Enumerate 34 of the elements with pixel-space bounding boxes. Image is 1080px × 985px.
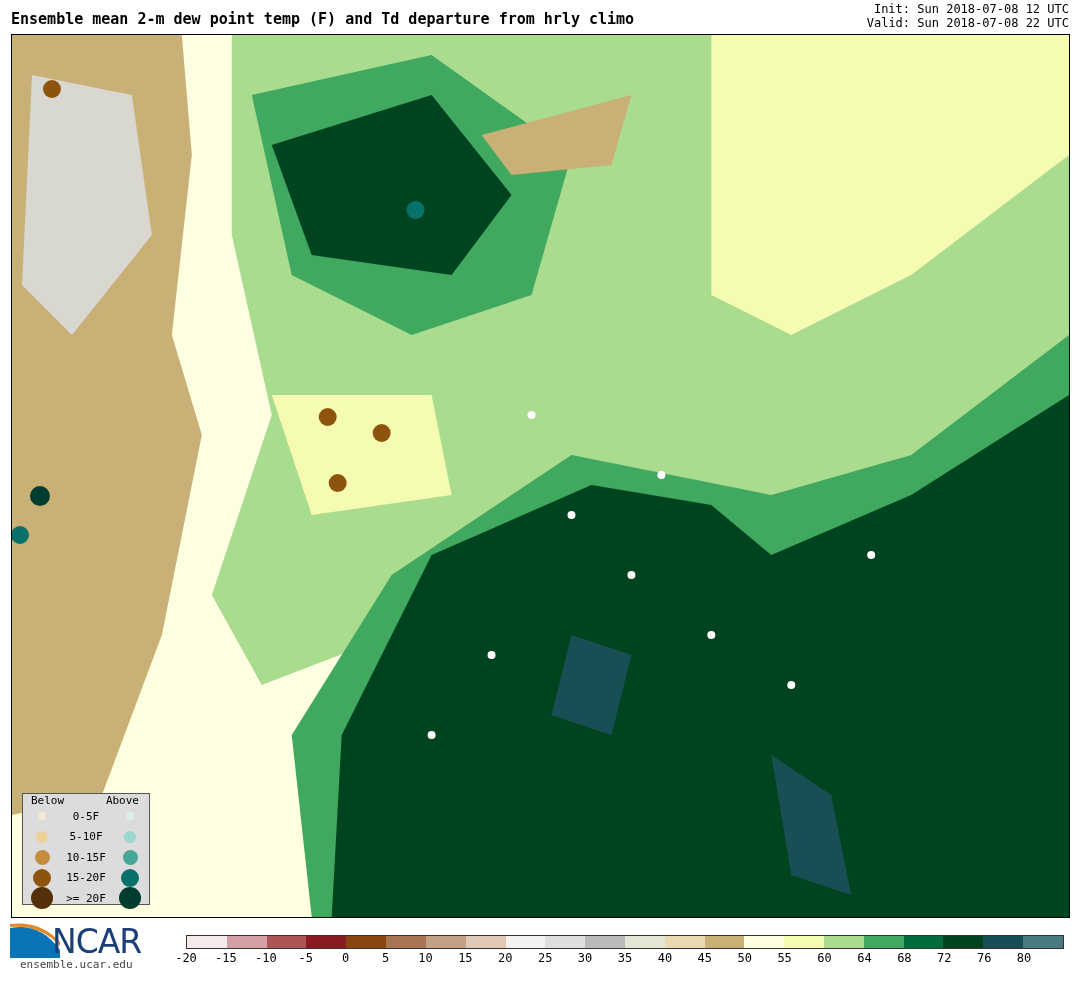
tick-label: 10 xyxy=(418,951,433,965)
legend-label: >= 20F xyxy=(65,891,107,905)
legend-label: 15-20F xyxy=(65,871,107,885)
tick-label: 45 xyxy=(697,951,713,965)
tick-label: 68 xyxy=(897,951,912,965)
legend-label: 0-5F xyxy=(71,809,101,823)
legend-heading: Above xyxy=(105,794,139,807)
tick-label: 5 xyxy=(381,951,390,965)
chart-title: Ensemble mean 2-m dew point temp (F) and Td departure from hrly climo xyxy=(11,10,635,30)
tick-label: -20 xyxy=(175,951,197,965)
tick-label: 0 xyxy=(342,951,350,965)
tick-label: 20 xyxy=(498,951,513,965)
tick-label: -15 xyxy=(215,951,237,965)
tick-label: 76 xyxy=(976,951,992,965)
tick-label: 50 xyxy=(737,951,752,965)
tick-label: 80 xyxy=(1016,951,1032,965)
tick-label: -5 xyxy=(298,951,313,965)
tick-label: 72 xyxy=(937,951,952,965)
valid-time: Valid: Sun 2018-07-08 22 UTC xyxy=(866,16,1069,30)
tick-label: 35 xyxy=(617,951,633,965)
legend-heading: Below xyxy=(31,794,65,807)
tick-label: 64 xyxy=(857,951,872,965)
website-url: ensemble.ucar.edu xyxy=(20,958,134,971)
tick-label: -10 xyxy=(254,951,277,965)
tick-label: 30 xyxy=(577,951,593,965)
legend-label: 5-10F xyxy=(68,830,104,844)
logo-text: NCAR xyxy=(52,926,142,958)
tick-label: 15 xyxy=(458,951,473,965)
init-time: Init: Sun 2018-07-08 12 UTC xyxy=(872,2,1069,16)
tick-label: 40 xyxy=(657,951,673,965)
legend-label: 10-15F xyxy=(65,850,107,864)
tick-label: 25 xyxy=(537,951,553,965)
tick-label: 60 xyxy=(817,951,832,965)
tick-label: 55 xyxy=(777,951,792,965)
